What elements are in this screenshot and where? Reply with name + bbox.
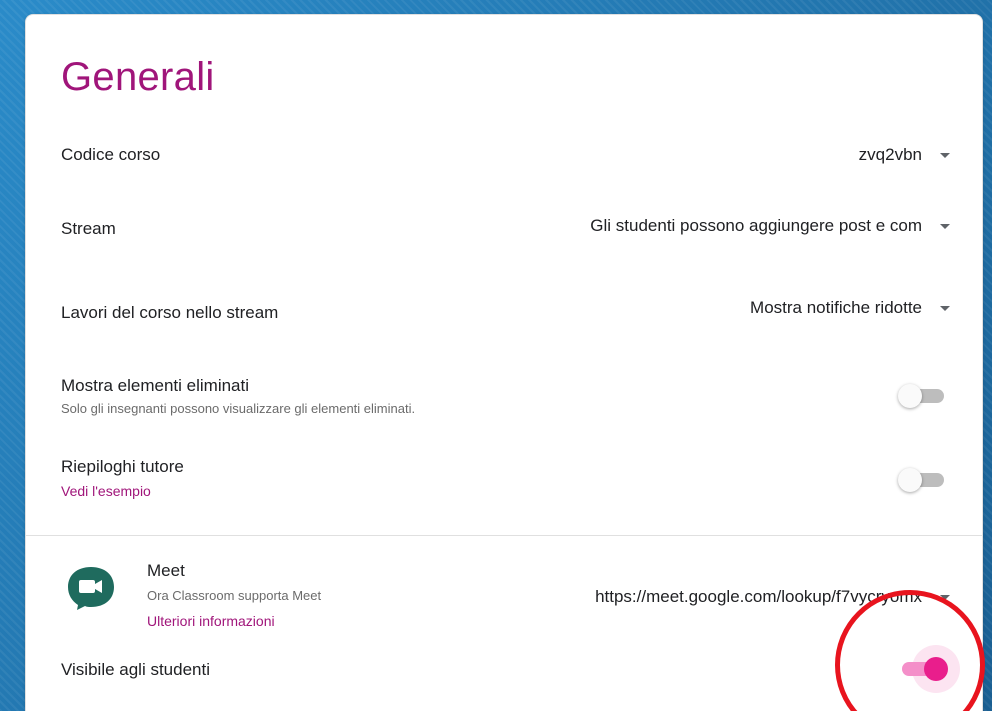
show-deleted-toggle[interactable] bbox=[898, 383, 946, 409]
chevron-down-icon bbox=[940, 594, 950, 600]
section-divider bbox=[26, 535, 982, 536]
meet-title: Meet bbox=[147, 561, 185, 580]
chevron-down-icon bbox=[940, 152, 950, 158]
meet-description: Ora Classroom supporta Meet bbox=[147, 588, 322, 603]
settings-card: Generali Codice corso zvq2vbn Stream Gli… bbox=[25, 14, 983, 711]
guardian-summaries-toggle[interactable] bbox=[898, 467, 946, 493]
guardian-summaries-label: Riepiloghi tutore bbox=[61, 457, 184, 476]
guardian-summaries-example-link[interactable]: Vedi l'esempio bbox=[61, 483, 151, 499]
stream-value: Gli studenti possono aggiungere post e c… bbox=[590, 216, 922, 235]
visible-to-students-toggle[interactable] bbox=[898, 645, 960, 693]
toggle-thumb bbox=[898, 384, 922, 408]
stream-label: Stream bbox=[61, 219, 116, 238]
meet-link-dropdown[interactable]: https://meet.google.com/lookup/f7vycryom… bbox=[595, 587, 952, 607]
show-deleted-label: Mostra elementi eliminati bbox=[61, 376, 250, 395]
meet-learn-more-link[interactable]: Ulteriori informazioni bbox=[147, 613, 275, 629]
course-code-label: Codice corso bbox=[61, 145, 161, 164]
section-title: Generali bbox=[61, 55, 215, 99]
meet-camera-icon bbox=[68, 567, 114, 610]
chevron-down-icon bbox=[940, 223, 950, 229]
course-code-dropdown[interactable]: zvq2vbn bbox=[859, 145, 952, 165]
show-deleted-description: Solo gli insegnanti possono visualizzare… bbox=[61, 401, 416, 416]
stream-dropdown[interactable]: Gli studenti possono aggiungere post e c… bbox=[590, 216, 952, 236]
toggle-thumb bbox=[898, 468, 922, 492]
meet-link-value: https://meet.google.com/lookup/f7vycryom… bbox=[595, 587, 922, 606]
toggle-thumb bbox=[924, 657, 948, 681]
classwork-dropdown[interactable]: Mostra notifiche ridotte bbox=[750, 298, 952, 318]
course-code-value: zvq2vbn bbox=[858, 145, 922, 164]
visible-to-students-label: Visibile agli studenti bbox=[61, 660, 210, 679]
classwork-value: Mostra notifiche ridotte bbox=[750, 298, 922, 317]
chevron-down-icon bbox=[940, 305, 950, 311]
classwork-label: Lavori del corso nello stream bbox=[61, 303, 279, 322]
